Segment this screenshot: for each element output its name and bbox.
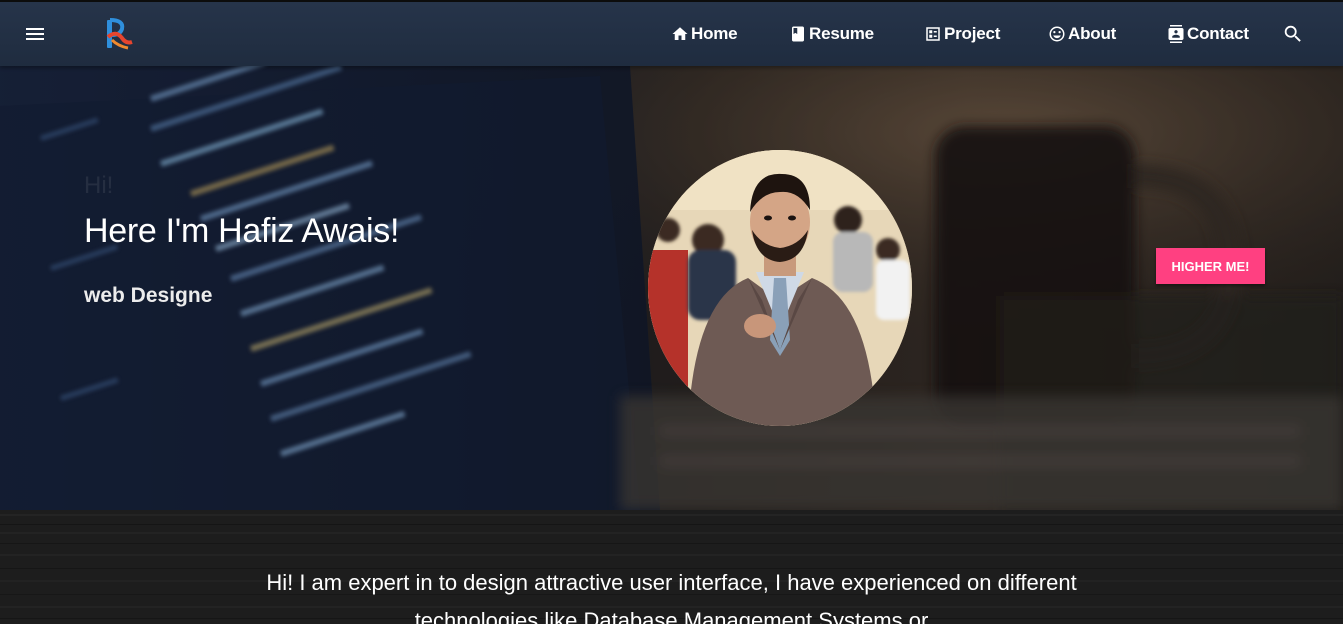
hero-headline: Here I'm Hafiz Awais! xyxy=(84,212,400,250)
nav-link-project[interactable]: Project xyxy=(924,22,1000,46)
nav-link-label: About xyxy=(1068,24,1117,43)
navbar: Home Resume Project About Contact xyxy=(0,2,1343,66)
menu-icon[interactable] xyxy=(22,23,48,45)
site-logo[interactable] xyxy=(102,16,134,52)
profile-photo xyxy=(648,150,912,426)
search-icon[interactable] xyxy=(1282,23,1304,45)
hire-me-button[interactable]: HIGHER ME! xyxy=(1156,248,1265,284)
nav-link-label: Resume xyxy=(809,24,874,43)
contact-card-icon xyxy=(1168,25,1184,43)
nav-link-label: Project xyxy=(944,24,1001,43)
nav-link-resume[interactable]: Resume xyxy=(789,22,874,46)
nav-link-label: Contact xyxy=(1187,24,1249,43)
hero-section: Hi! Here I'm Hafiz Awais! web Designe HI… xyxy=(0,66,1343,510)
smiley-icon xyxy=(1049,26,1065,42)
home-icon xyxy=(672,27,688,40)
nav-link-home[interactable]: Home xyxy=(671,22,738,46)
book-icon xyxy=(792,26,804,42)
intro-paragraph: Hi! I am expert in to design attractive … xyxy=(266,570,1077,624)
nav-link-about[interactable]: About xyxy=(1048,22,1116,46)
hero-greeting: Hi! xyxy=(84,172,114,199)
intro-section: Hi! I am expert in to design attractive … xyxy=(0,510,1343,624)
nav-link-label: Home xyxy=(691,24,738,43)
hero-subtitle: web Designe xyxy=(84,284,213,307)
dashboard-icon xyxy=(926,27,940,41)
nav-link-contact[interactable]: Contact xyxy=(1167,22,1249,46)
